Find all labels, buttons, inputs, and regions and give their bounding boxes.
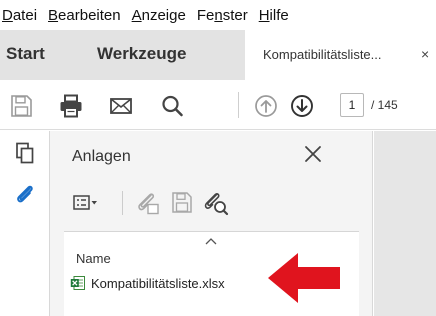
attachments-icon[interactable] <box>13 182 37 206</box>
attachments-toolbar <box>72 189 352 219</box>
column-header-name[interactable]: Name <box>76 251 111 266</box>
attachment-row[interactable]: Kompatibilitätsliste.xlsx <box>70 273 225 293</box>
toolbar-separator <box>238 92 239 118</box>
sort-ascending-icon[interactable] <box>204 236 218 246</box>
tab-document[interactable]: Kompatibilitätsliste... × <box>245 30 436 80</box>
menu-bearbeiten[interactable]: Bearbeiten <box>48 7 121 24</box>
options-menu-icon[interactable] <box>72 189 100 217</box>
menu-datei[interactable]: Datei <box>2 7 37 24</box>
email-icon[interactable] <box>108 93 134 119</box>
menu-anzeige[interactable]: Anzeige <box>132 7 186 24</box>
document-view[interactable] <box>374 131 436 316</box>
attachments-toolbar-separator <box>122 191 123 215</box>
add-attachment-icon[interactable] <box>134 189 162 217</box>
tab-start[interactable]: Start <box>6 44 45 64</box>
page-up-icon[interactable] <box>253 93 279 119</box>
search-attachment-icon[interactable] <box>202 189 230 217</box>
red-arrow-annotation <box>268 253 340 303</box>
search-icon[interactable] <box>159 93 185 119</box>
save-icon[interactable] <box>8 93 34 119</box>
tab-bar: Start Werkzeuge Kompatibilitätsliste... … <box>0 30 436 80</box>
menu-fenster[interactable]: Fenster <box>197 7 248 24</box>
tab-document-label: Kompatibilitätsliste... <box>263 47 382 62</box>
panel-title: Anlagen <box>72 148 131 165</box>
tab-werkzeuge[interactable]: Werkzeuge <box>97 44 186 64</box>
navigation-rail <box>0 131 50 316</box>
page-total: / 145 <box>371 98 398 112</box>
page-thumbnails-icon[interactable] <box>13 141 37 165</box>
save-attachment-icon[interactable] <box>168 189 196 217</box>
menu-hilfe[interactable]: Hilfe <box>259 7 289 24</box>
attachment-file-name: Kompatibilitätsliste.xlsx <box>91 275 225 291</box>
page-down-icon[interactable] <box>289 93 315 119</box>
close-panel-icon[interactable] <box>302 143 324 165</box>
excel-file-icon <box>70 276 85 290</box>
page-number-input[interactable]: 1 <box>340 93 364 117</box>
close-tab-icon[interactable]: × <box>421 46 429 62</box>
menu-bar: Datei Bearbeiten Anzeige Fenster Hilfe <box>0 0 436 30</box>
print-icon[interactable] <box>58 93 84 119</box>
main-toolbar: 1 / 145 <box>0 80 436 130</box>
